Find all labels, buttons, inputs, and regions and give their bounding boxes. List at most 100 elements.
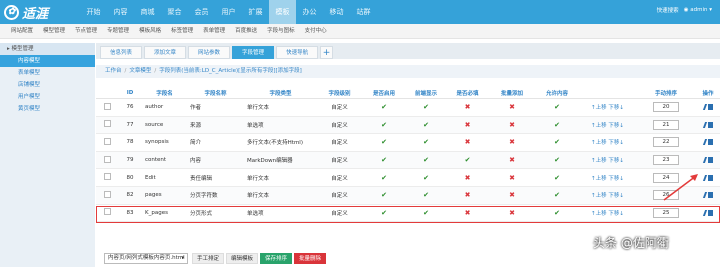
batch-delete-button[interactable]: 批量删除 xyxy=(294,253,327,264)
cross-icon[interactable]: ✖ xyxy=(509,174,515,182)
sidebar-head[interactable]: ▸ 模型管理 xyxy=(0,43,95,55)
subnav-item[interactable]: 百度推送 xyxy=(230,24,262,38)
move-up-down-link[interactable]: ↑上移 下移↓ xyxy=(591,123,624,129)
order-input[interactable]: 21 xyxy=(653,119,679,130)
user-menu[interactable]: ◉ admin ▾ xyxy=(684,7,712,13)
row-checkbox[interactable] xyxy=(103,120,111,128)
sort-links[interactable]: ↑上移 下移↓ xyxy=(579,138,636,146)
check-icon[interactable]: ✔ xyxy=(554,209,560,217)
check-icon[interactable]: ✔ xyxy=(423,174,429,182)
cross-icon[interactable]: ✖ xyxy=(465,191,471,199)
check-icon[interactable]: ✔ xyxy=(554,138,560,146)
check-icon[interactable]: ✔ xyxy=(423,191,429,199)
subnav-item[interactable]: 支付中心 xyxy=(300,24,332,38)
order-input[interactable]: 23 xyxy=(653,155,679,166)
row-checkbox[interactable] xyxy=(103,208,111,216)
move-up-down-link[interactable]: ↑上移 下移↓ xyxy=(591,158,624,164)
check-icon[interactable]: ✔ xyxy=(554,121,560,129)
order-input[interactable]: 20 xyxy=(653,102,679,113)
delete-icon[interactable] xyxy=(707,157,713,164)
template-select[interactable]: 内容页/网列式模板内容页.html ▾ xyxy=(104,253,188,264)
sort-links[interactable]: ↑上移 下移↓ xyxy=(579,156,636,164)
delete-icon[interactable] xyxy=(707,192,713,199)
delete-icon[interactable] xyxy=(707,174,713,181)
check-icon[interactable]: ✔ xyxy=(381,191,387,199)
edit-icon[interactable] xyxy=(702,174,707,181)
breadcrumb-article-model[interactable]: 文章模型 xyxy=(129,65,151,78)
save-order-button[interactable]: 保存排序 xyxy=(260,253,293,264)
cross-icon[interactable]: ✖ xyxy=(509,121,515,129)
breadcrumb-workbench[interactable]: 工作台 xyxy=(105,65,122,78)
check-icon[interactable]: ✔ xyxy=(381,121,387,129)
cross-icon[interactable]: ✖ xyxy=(465,209,471,217)
sort-links[interactable]: ↑上移 下移↓ xyxy=(579,209,636,217)
order-input[interactable]: 26 xyxy=(653,190,679,201)
check-icon[interactable]: ✔ xyxy=(381,174,387,182)
move-up-down-link[interactable]: ↑上移 下移↓ xyxy=(591,140,624,146)
tab-add-article[interactable]: 添加文章 xyxy=(144,46,187,59)
tab-quick-nav[interactable]: 快速导航 xyxy=(276,46,319,59)
check-icon[interactable]: ✔ xyxy=(381,156,387,164)
logo[interactable]: ✿ 适涯 xyxy=(4,3,74,22)
topnav-item-aggregate[interactable]: 聚合 xyxy=(161,0,188,24)
move-up-down-link[interactable]: ↑上移 下移↓ xyxy=(591,211,624,217)
edit-icon[interactable] xyxy=(702,139,707,146)
topnav-item-shop[interactable]: 商城 xyxy=(134,0,161,24)
subnav-item[interactable]: 标签管理 xyxy=(166,24,198,38)
cross-icon[interactable]: ✖ xyxy=(509,103,515,111)
cross-icon[interactable]: ✖ xyxy=(509,138,515,146)
sidebar-item-shop-model[interactable]: 店铺模型 xyxy=(0,79,95,91)
topnav-item-office[interactable]: 办公 xyxy=(296,0,323,24)
row-checkbox[interactable] xyxy=(103,173,111,181)
check-icon[interactable]: ✔ xyxy=(554,174,560,182)
order-input[interactable]: 24 xyxy=(653,172,679,183)
check-icon[interactable]: ✔ xyxy=(423,103,429,111)
row-checkbox[interactable] xyxy=(103,155,111,163)
edit-icon[interactable] xyxy=(702,209,707,216)
tab-info-list[interactable]: 信息列表 xyxy=(100,46,143,59)
sort-links[interactable]: ↑上移 下移↓ xyxy=(579,174,636,182)
subnav-item[interactable]: 模板风格 xyxy=(134,24,166,38)
order-input[interactable]: 25 xyxy=(653,207,679,218)
check-icon[interactable]: ✔ xyxy=(554,156,560,164)
delete-icon[interactable] xyxy=(707,104,713,111)
breadcrumb-field-list[interactable]: 字段列表(当前表:LD_C_Article)[显示所有字段][添加字段] xyxy=(159,65,302,78)
cross-icon[interactable]: ✖ xyxy=(465,121,471,129)
tab-site-params[interactable]: 网站参数 xyxy=(188,46,231,59)
check-icon[interactable]: ✔ xyxy=(423,209,429,217)
topnav-item-extend[interactable]: 扩展 xyxy=(242,0,269,24)
topnav-item-start[interactable]: 开始 xyxy=(80,0,107,24)
check-icon[interactable]: ✔ xyxy=(423,121,429,129)
subnav-item[interactable]: 模型管理 xyxy=(38,24,70,38)
edit-icon[interactable] xyxy=(702,104,707,111)
check-icon[interactable]: ✔ xyxy=(381,103,387,111)
topnav-item-user[interactable]: 用户 xyxy=(215,0,242,24)
topnav-item-member[interactable]: 会员 xyxy=(188,0,215,24)
move-up-down-link[interactable]: ↑上移 下移↓ xyxy=(591,176,624,182)
cross-icon[interactable]: ✖ xyxy=(509,209,515,217)
topnav-item-model[interactable]: 模板 xyxy=(269,0,296,24)
sort-links[interactable]: ↑上移 下移↓ xyxy=(579,121,636,129)
check-icon[interactable]: ✔ xyxy=(554,103,560,111)
topnav-item-sites[interactable]: 站群 xyxy=(350,0,377,24)
check-icon[interactable]: ✔ xyxy=(554,191,560,199)
cross-icon[interactable]: ✖ xyxy=(509,191,515,199)
check-icon[interactable]: ✔ xyxy=(465,156,471,164)
manual-order-button[interactable]: 手工排定 xyxy=(192,253,225,264)
topnav-item-content[interactable]: 内容 xyxy=(107,0,134,24)
delete-icon[interactable] xyxy=(707,121,713,128)
check-icon[interactable]: ✔ xyxy=(423,138,429,146)
subnav-item[interactable]: 网站配置 xyxy=(6,24,38,38)
subnav-item[interactable]: 表单管理 xyxy=(198,24,230,38)
quick-search-link[interactable]: 快速搜索 xyxy=(657,6,679,14)
edit-icon[interactable] xyxy=(702,157,707,164)
edit-template-button[interactable]: 编辑模板 xyxy=(226,253,259,264)
sidebar-item-user-model[interactable]: 用户模型 xyxy=(0,91,95,103)
delete-icon[interactable] xyxy=(707,209,713,216)
move-up-down-link[interactable]: ↑上移 下移↓ xyxy=(591,193,624,199)
check-icon[interactable]: ✔ xyxy=(381,138,387,146)
cross-icon[interactable]: ✖ xyxy=(465,103,471,111)
row-checkbox[interactable] xyxy=(103,190,111,198)
subnav-item[interactable]: 节点管理 xyxy=(70,24,102,38)
sidebar-item-content-model[interactable]: 内容模型 xyxy=(0,55,95,67)
